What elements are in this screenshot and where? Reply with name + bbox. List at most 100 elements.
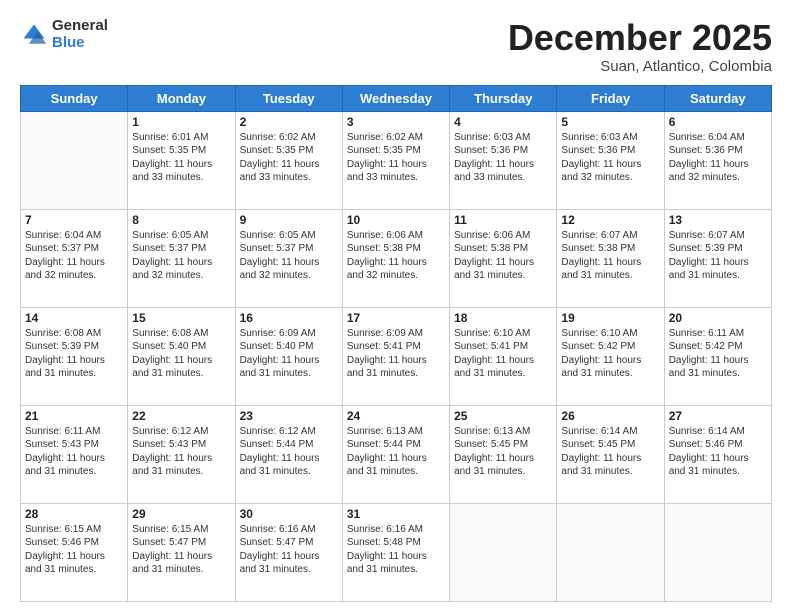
day-number: 25 — [454, 409, 552, 423]
calendar-cell: 28 Sunrise: 6:15 AMSunset: 5:46 PMDayligh… — [21, 503, 128, 601]
calendar-cell — [557, 503, 664, 601]
day-number: 6 — [669, 115, 767, 129]
page: General Blue December 2025 Suan, Atlanti… — [0, 0, 792, 612]
calendar-week-4: 21 Sunrise: 6:11 AMSunset: 5:43 PMDayligh… — [21, 405, 772, 503]
calendar-cell: 10 Sunrise: 6:06 AMSunset: 5:38 PMDayligh… — [342, 209, 449, 307]
day-number: 3 — [347, 115, 445, 129]
calendar-cell: 17Sunrise: 6:09 AMSunset: 5:41 PMDayligh… — [342, 307, 449, 405]
day-number: 5 — [561, 115, 659, 129]
day-number: 8 — [132, 213, 230, 227]
day-number: 21 — [25, 409, 123, 423]
calendar-cell: 27Sunrise: 6:14 AMSunset: 5:46 PMDayligh… — [664, 405, 771, 503]
calendar-header-sunday: Sunday — [21, 85, 128, 111]
day-info: Sunrise: 6:13 AMSunset: 5:45 PMDaylight:… — [454, 425, 552, 479]
day-info: Sunrise: 6:12 AMSunset: 5:43 PMDaylight:… — [132, 425, 230, 479]
calendar-header-row: SundayMondayTuesdayWednesdayThursdayFrid… — [21, 85, 772, 111]
calendar-header-thursday: Thursday — [450, 85, 557, 111]
day-info: Sunrise: 6:10 AMSunset: 5:41 PMDaylight:… — [454, 327, 552, 381]
title-block: December 2025 Suan, Atlantico, Colombia — [508, 18, 772, 75]
calendar-cell — [664, 503, 771, 601]
calendar-cell: 12 Sunrise: 6:07 AMSunset: 5:38 PMDayligh… — [557, 209, 664, 307]
day-info: Sunrise: 6:10 AMSunset: 5:42 PMDaylight:… — [561, 327, 659, 381]
logo-text: General Blue — [52, 18, 108, 51]
title-location: Suan, Atlantico, Colombia — [508, 58, 772, 75]
calendar-cell: 24 Sunrise: 6:13 AMSunset: 5:44 PMDayligh… — [342, 405, 449, 503]
logo-general: General — [52, 18, 108, 35]
day-number: 12 — [561, 213, 659, 227]
calendar-header-friday: Friday — [557, 85, 664, 111]
calendar-header-tuesday: Tuesday — [235, 85, 342, 111]
day-info: Sunrise: 6:11 AMSunset: 5:42 PMDaylight:… — [669, 327, 767, 381]
day-info: Sunrise: 6:06 AMSunset: 5:38 PMDaylight:… — [347, 229, 445, 283]
day-info: Sunrise: 6:12 AMSunset: 5:44 PMDaylight:… — [240, 425, 338, 479]
calendar-cell: 3 Sunrise: 6:02 AMSunset: 5:35 PMDaylight… — [342, 111, 449, 209]
day-number: 17 — [347, 311, 445, 325]
calendar-cell: 11 Sunrise: 6:06 AMSunset: 5:38 PMDayligh… — [450, 209, 557, 307]
calendar-header-monday: Monday — [128, 85, 235, 111]
calendar-cell: 30 Sunrise: 6:16 AMSunset: 5:47 PMDayligh… — [235, 503, 342, 601]
day-info: Sunrise: 6:06 AMSunset: 5:38 PMDaylight:… — [454, 229, 552, 283]
day-number: 7 — [25, 213, 123, 227]
day-number: 24 — [347, 409, 445, 423]
day-number: 28 — [25, 507, 123, 521]
calendar-cell: 29 Sunrise: 6:15 AMSunset: 5:47 PMDayligh… — [128, 503, 235, 601]
day-number: 4 — [454, 115, 552, 129]
calendar-cell — [21, 111, 128, 209]
calendar-cell: 22 Sunrise: 6:12 AMSunset: 5:43 PMDayligh… — [128, 405, 235, 503]
day-info: Sunrise: 6:16 AMSunset: 5:48 PMDaylight:… — [347, 523, 445, 577]
logo: General Blue — [20, 18, 108, 51]
day-number: 15 — [132, 311, 230, 325]
header: General Blue December 2025 Suan, Atlanti… — [20, 18, 772, 75]
calendar-cell: 1Sunrise: 6:01 AMSunset: 5:35 PMDaylight… — [128, 111, 235, 209]
calendar-table: SundayMondayTuesdayWednesdayThursdayFrid… — [20, 85, 772, 602]
calendar-cell: 6 Sunrise: 6:04 AMSunset: 5:36 PMDaylight… — [664, 111, 771, 209]
day-info: Sunrise: 6:02 AMSunset: 5:35 PMDaylight:… — [240, 131, 338, 185]
day-info: Sunrise: 6:04 AMSunset: 5:37 PMDaylight:… — [25, 229, 123, 283]
day-number: 10 — [347, 213, 445, 227]
day-info: Sunrise: 6:15 AMSunset: 5:47 PMDaylight:… — [132, 523, 230, 577]
day-info: Sunrise: 6:13 AMSunset: 5:44 PMDaylight:… — [347, 425, 445, 479]
calendar-cell — [450, 503, 557, 601]
calendar-cell: 9 Sunrise: 6:05 AMSunset: 5:37 PMDaylight… — [235, 209, 342, 307]
calendar-cell: 31 Sunrise: 6:16 AMSunset: 5:48 PMDayligh… — [342, 503, 449, 601]
day-info: Sunrise: 6:04 AMSunset: 5:36 PMDaylight:… — [669, 131, 767, 185]
title-month: December 2025 — [508, 18, 772, 58]
day-info: Sunrise: 6:14 AMSunset: 5:45 PMDaylight:… — [561, 425, 659, 479]
day-info: Sunrise: 6:11 AMSunset: 5:43 PMDaylight:… — [25, 425, 123, 479]
day-info: Sunrise: 6:15 AMSunset: 5:46 PMDaylight:… — [25, 523, 123, 577]
day-number: 22 — [132, 409, 230, 423]
calendar-week-5: 28 Sunrise: 6:15 AMSunset: 5:46 PMDayligh… — [21, 503, 772, 601]
logo-blue: Blue — [52, 35, 108, 52]
day-number: 9 — [240, 213, 338, 227]
day-number: 2 — [240, 115, 338, 129]
calendar-cell: 15Sunrise: 6:08 AMSunset: 5:40 PMDayligh… — [128, 307, 235, 405]
calendar-cell: 25 Sunrise: 6:13 AMSunset: 5:45 PMDayligh… — [450, 405, 557, 503]
calendar-cell: 5Sunrise: 6:03 AMSunset: 5:36 PMDaylight… — [557, 111, 664, 209]
logo-icon — [20, 21, 48, 49]
day-info: Sunrise: 6:07 AMSunset: 5:39 PMDaylight:… — [669, 229, 767, 283]
day-info: Sunrise: 6:16 AMSunset: 5:47 PMDaylight:… — [240, 523, 338, 577]
calendar-cell: 8 Sunrise: 6:05 AMSunset: 5:37 PMDaylight… — [128, 209, 235, 307]
day-number: 18 — [454, 311, 552, 325]
day-info: Sunrise: 6:05 AMSunset: 5:37 PMDaylight:… — [132, 229, 230, 283]
day-number: 13 — [669, 213, 767, 227]
day-number: 29 — [132, 507, 230, 521]
calendar-cell: 4Sunrise: 6:03 AMSunset: 5:36 PMDaylight… — [450, 111, 557, 209]
calendar-cell: 7 Sunrise: 6:04 AMSunset: 5:37 PMDaylight… — [21, 209, 128, 307]
calendar-header-wednesday: Wednesday — [342, 85, 449, 111]
day-info: Sunrise: 6:07 AMSunset: 5:38 PMDaylight:… — [561, 229, 659, 283]
calendar-cell: 20 Sunrise: 6:11 AMSunset: 5:42 PMDayligh… — [664, 307, 771, 405]
day-number: 26 — [561, 409, 659, 423]
calendar-cell: 21 Sunrise: 6:11 AMSunset: 5:43 PMDayligh… — [21, 405, 128, 503]
day-number: 20 — [669, 311, 767, 325]
calendar-cell: 18 Sunrise: 6:10 AMSunset: 5:41 PMDayligh… — [450, 307, 557, 405]
calendar-cell: 16Sunrise: 6:09 AMSunset: 5:40 PMDayligh… — [235, 307, 342, 405]
calendar-cell: 2 Sunrise: 6:02 AMSunset: 5:35 PMDaylight… — [235, 111, 342, 209]
day-number: 31 — [347, 507, 445, 521]
calendar-cell: 14Sunrise: 6:08 AMSunset: 5:39 PMDayligh… — [21, 307, 128, 405]
day-info: Sunrise: 6:02 AMSunset: 5:35 PMDaylight:… — [347, 131, 445, 185]
day-number: 11 — [454, 213, 552, 227]
day-info: Sunrise: 6:01 AMSunset: 5:35 PMDaylight:… — [132, 131, 230, 185]
day-info: Sunrise: 6:05 AMSunset: 5:37 PMDaylight:… — [240, 229, 338, 283]
day-number: 30 — [240, 507, 338, 521]
